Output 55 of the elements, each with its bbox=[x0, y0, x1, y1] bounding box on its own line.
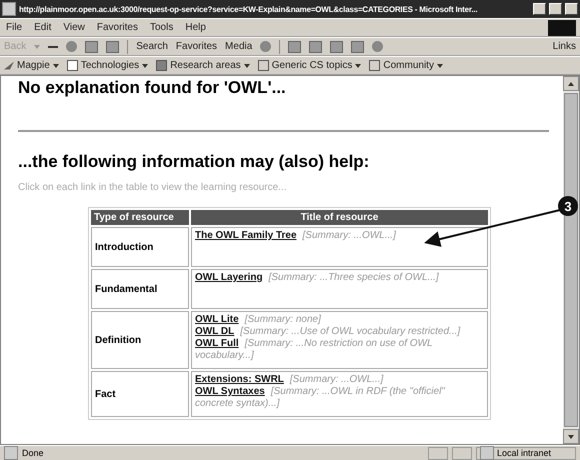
caret-icon bbox=[244, 64, 250, 68]
caret-icon bbox=[436, 64, 443, 68]
resource-link[interactable]: The OWL Family Tree bbox=[195, 230, 297, 241]
resource-entry: OWL Layering [Summary: ...Three species of OWL...] bbox=[195, 272, 440, 285]
links-label[interactable]: Links bbox=[552, 41, 576, 52]
table-cell: Definition bbox=[91, 311, 189, 369]
column-header: Type of resource bbox=[91, 210, 189, 225]
maximize-button[interactable] bbox=[549, 3, 562, 15]
resource-entry: The OWL Family Tree [Summary: ...OWL...] bbox=[195, 230, 397, 243]
caret-icon bbox=[355, 64, 362, 68]
close-button[interactable] bbox=[565, 3, 578, 15]
resource-link[interactable]: OWL Layering bbox=[195, 272, 263, 283]
resource-entry: OWL Lite [Summary: none] bbox=[195, 314, 322, 326]
menu-item[interactable]: File bbox=[4, 22, 24, 33]
callout-marker: 3 bbox=[558, 196, 578, 216]
menu-item[interactable]: View bbox=[61, 22, 87, 33]
link-menu[interactable]: Magpie bbox=[17, 60, 50, 71]
link-menu[interactable]: Community bbox=[383, 60, 434, 71]
page-subheading: ...the following information may (also) help: bbox=[18, 152, 370, 172]
status-text: Done bbox=[22, 448, 44, 458]
menu-item[interactable]: Help bbox=[183, 22, 208, 33]
window-title: http://plainmoor.open.ac.uk:3000/request-op-service?service=KW-Explain&name=OWL&class=CATEGORIES - Microsoft Inter... bbox=[19, 4, 478, 14]
resource-link[interactable]: OWL Full bbox=[195, 338, 239, 349]
zone-text: Local intranet bbox=[497, 448, 552, 458]
link-menu[interactable]: Technologies bbox=[80, 60, 140, 71]
toolbar-button[interactable]: Media bbox=[225, 41, 252, 52]
menu-item[interactable]: Favorites bbox=[94, 22, 140, 33]
menu-item[interactable]: Tools bbox=[148, 22, 176, 33]
caret-icon bbox=[52, 64, 59, 68]
table-cell: Fact bbox=[91, 371, 189, 417]
hint-text: Click on each link in the table to view the learning resource... bbox=[18, 182, 288, 193]
caret-icon bbox=[142, 64, 148, 68]
toolbar-button[interactable]: Search bbox=[136, 41, 168, 52]
column-header: Title of resource bbox=[191, 210, 488, 225]
status-panel bbox=[428, 446, 448, 460]
scroll-down-button[interactable] bbox=[563, 429, 579, 444]
resource-entry: Extensions: SWRL [Summary: ...OWL...] bbox=[195, 374, 384, 386]
table-cell: Fundamental bbox=[91, 269, 189, 309]
resource-link[interactable]: OWL DL bbox=[195, 326, 234, 337]
resource-entry: OWL Syntaxes [Summary: ...OWL in RDF (the "officiel" concrete syntax)...] bbox=[195, 386, 446, 410]
table-cell: Introduction bbox=[91, 227, 189, 267]
minimize-button[interactable] bbox=[533, 3, 546, 15]
resource-entry: OWL Full [Summary: ...No restriction on use of OWL vocabulary...] bbox=[195, 338, 434, 362]
resource-link[interactable]: Extensions: SWRL bbox=[195, 374, 284, 385]
menu-item[interactable]: Edit bbox=[32, 22, 54, 33]
toolbar-button[interactable]: Favorites bbox=[176, 41, 218, 52]
status-panel bbox=[452, 446, 472, 460]
resource-link[interactable]: OWL Lite bbox=[195, 314, 239, 325]
page-heading: No explanation found for 'OWL'... bbox=[18, 78, 287, 98]
resource-link[interactable]: OWL Syntaxes bbox=[195, 386, 265, 397]
link-menu[interactable]: Generic CS topics bbox=[272, 60, 352, 71]
scroll-up-button[interactable] bbox=[563, 76, 579, 91]
link-menu[interactable]: Research areas bbox=[170, 60, 241, 71]
resource-entry: OWL DL [Summary: ...Use of OWL vocabulary restricted...] bbox=[195, 326, 462, 338]
scrollbar-thumb[interactable] bbox=[564, 93, 578, 427]
